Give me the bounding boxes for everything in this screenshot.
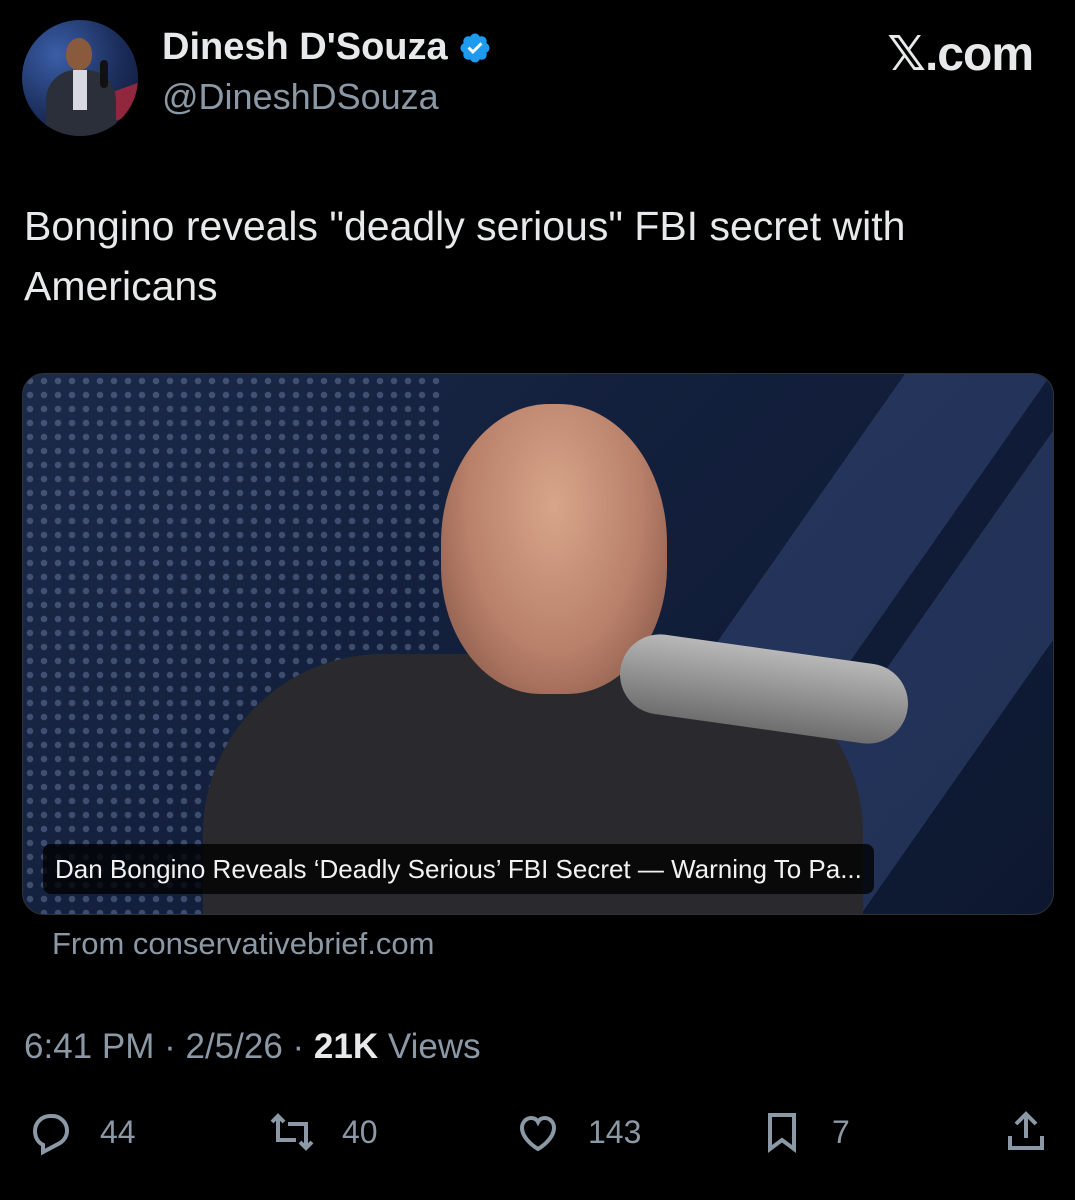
tweet-text: Bongino reveals "deadly serious" FBI sec… — [24, 203, 906, 309]
views-label: Views — [387, 1027, 481, 1066]
bookmark-button[interactable]: 7 — [758, 1108, 850, 1156]
bookmark-icon — [768, 1113, 796, 1153]
tweet-time[interactable]: 6:41 PM — [24, 1027, 154, 1066]
reply-count: 44 — [100, 1113, 136, 1150]
share-button[interactable] — [1002, 1108, 1050, 1156]
like-count: 143 — [588, 1113, 642, 1150]
avatar-head — [66, 38, 92, 70]
bookmark-count: 7 — [832, 1113, 850, 1150]
brand-watermark: 𝕏.com — [887, 28, 1034, 81]
repost-button[interactable]: 40 — [268, 1108, 378, 1156]
tweet-meta: 6:41 PM · 2/5/26 · 21K Views — [24, 1027, 481, 1067]
heart-icon — [519, 1115, 557, 1152]
author-name-row[interactable]: Dinesh D'Souza — [162, 26, 492, 69]
card-source[interactable]: From conservativebrief.com — [52, 926, 434, 962]
reply-button[interactable]: 44 — [26, 1108, 136, 1156]
meta-separator: · — [292, 1027, 314, 1066]
author-avatar[interactable] — [22, 20, 138, 136]
reply-icon — [32, 1114, 70, 1156]
verified-badge-icon — [460, 32, 490, 63]
views-count: 21K — [313, 1027, 379, 1066]
author-handle[interactable]: @DineshDSouza — [162, 76, 439, 118]
avatar-microphone — [100, 60, 108, 88]
like-button[interactable]: 143 — [514, 1108, 641, 1156]
repost-icon — [270, 1113, 314, 1151]
repost-count: 40 — [342, 1113, 378, 1150]
card-caption[interactable]: Dan Bongino Reveals ‘Deadly Serious’ FBI… — [43, 844, 874, 894]
avatar-shirt — [73, 70, 87, 110]
author-name[interactable]: Dinesh D'Souza — [162, 26, 448, 69]
action-bar: 44 40 143 7 — [0, 1108, 1075, 1168]
link-card[interactable]: Dan Bongino Reveals ‘Deadly Serious’ FBI… — [22, 373, 1054, 915]
share-icon — [1008, 1111, 1044, 1150]
tweet-date[interactable]: 2/5/26 — [185, 1027, 282, 1066]
meta-separator: · — [164, 1027, 186, 1066]
